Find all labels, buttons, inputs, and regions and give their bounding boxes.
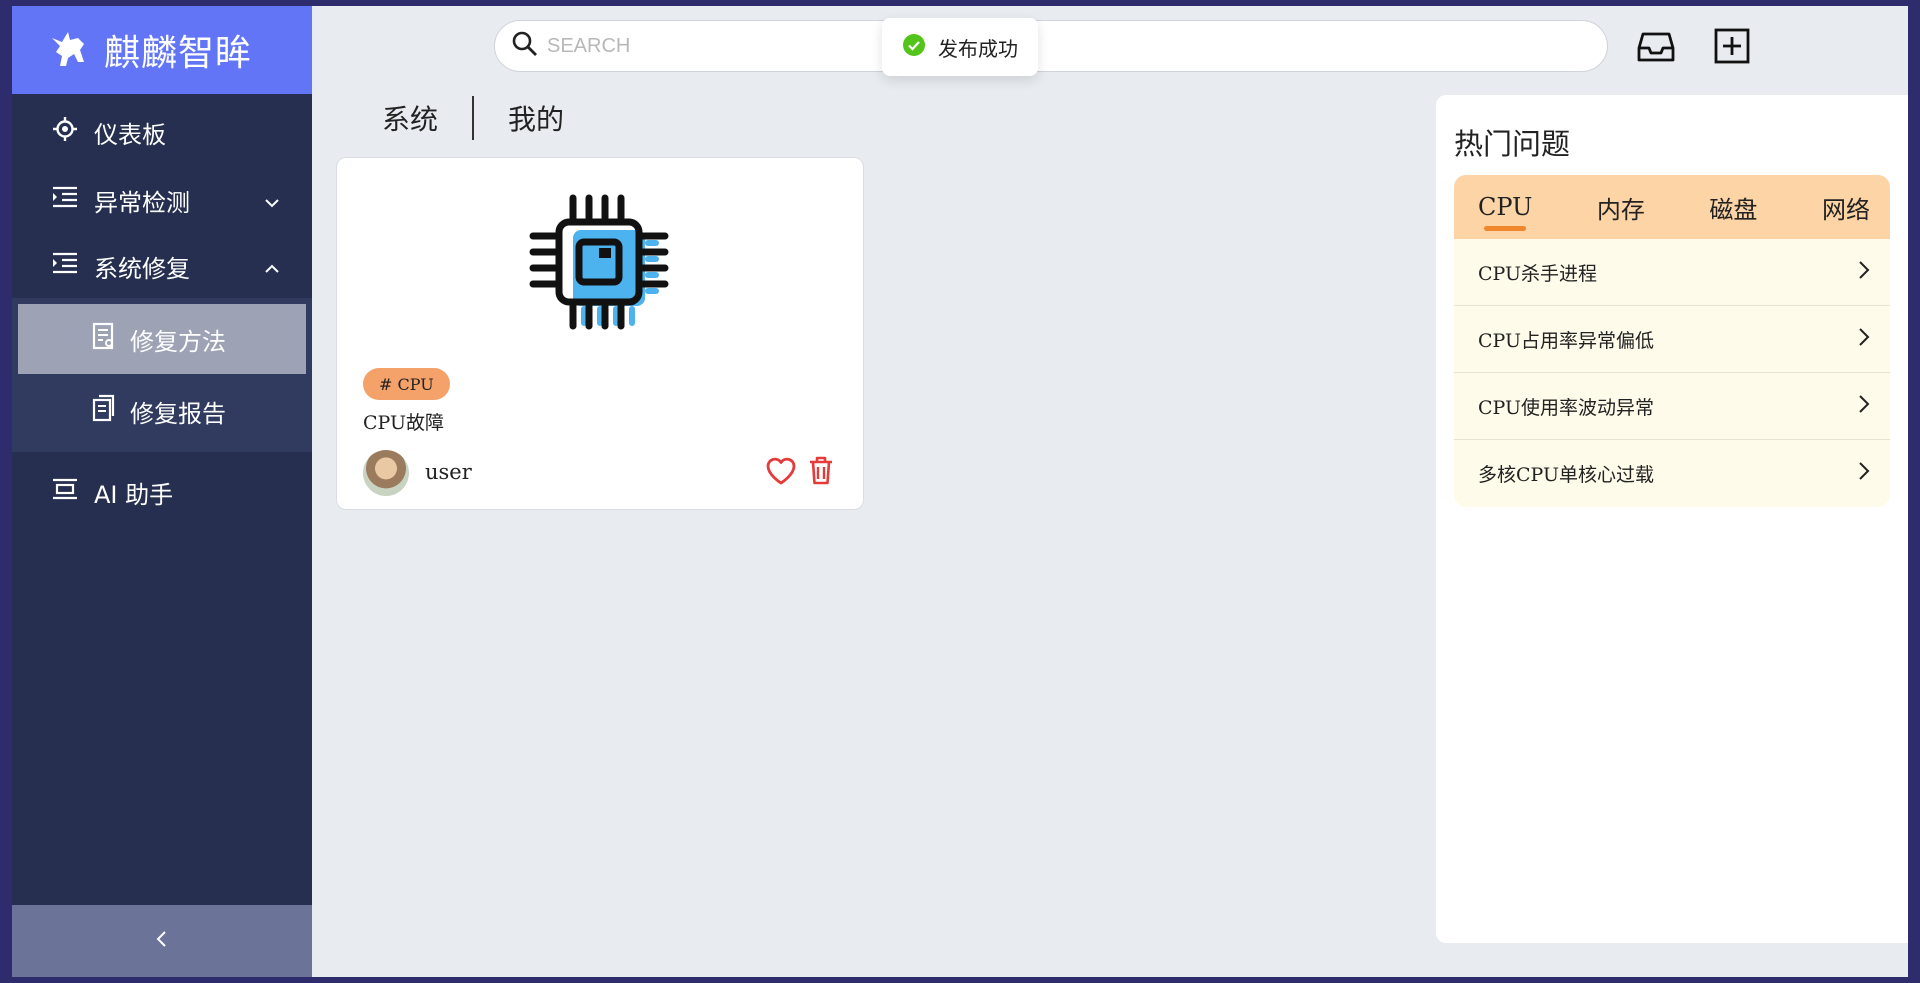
sidebar-item-dashboard[interactable]: 仪表板 [12, 98, 312, 166]
add-icon[interactable] [1712, 26, 1752, 66]
chevron-up-icon[interactable] [264, 252, 280, 280]
chevron-right-icon [1858, 327, 1870, 352]
search-bar[interactable] [494, 20, 1608, 72]
hot-item[interactable]: CPU杀手进程 [1454, 239, 1890, 306]
heart-icon[interactable] [765, 456, 797, 490]
hot-item-label: CPU使用率波动异常 [1478, 396, 1655, 419]
panel-title: 热门问题 [1454, 127, 1571, 161]
hot-tabs: CPU 内存 磁盘 网络 [1454, 175, 1890, 239]
tab-mine[interactable]: 我的 [474, 98, 598, 138]
card-username: user [425, 460, 472, 484]
hot-item-label: 多核CPU单核心过载 [1478, 464, 1655, 486]
search-icon [511, 30, 539, 62]
card-actions [765, 456, 835, 490]
hot-item[interactable]: 多核CPU单核心过载 [1454, 440, 1890, 507]
method-card[interactable]: # CPU CPU故障 user [336, 157, 864, 510]
success-toast: 发布成功 [882, 18, 1038, 76]
chevron-right-icon [1858, 394, 1870, 419]
sidebar-item-label: 仪表板 [94, 120, 166, 149]
hot-item[interactable]: CPU使用率波动异常 [1454, 373, 1890, 440]
crosshair-icon [52, 116, 78, 148]
hot-item-label: CPU杀手进程 [1478, 262, 1598, 285]
clipboard-icon [92, 394, 116, 428]
sidebar-item-anomaly[interactable]: 异常检测 [12, 166, 312, 234]
sidebar-item-repair[interactable]: 系统修复 [12, 234, 312, 298]
indent-list-icon [52, 186, 78, 214]
inbox-icon[interactable] [1636, 26, 1676, 66]
toast-message: 发布成功 [938, 36, 1018, 61]
sidebar-subitem-label: 修复报告 [130, 399, 226, 428]
hot-tab-disk[interactable]: 磁盘 [1709, 190, 1757, 225]
cpu-chip-icon [523, 188, 683, 352]
sidebar-subitem-label: 修复方法 [130, 327, 226, 356]
chevron-right-icon [1858, 260, 1870, 285]
hot-tab-network[interactable]: 网络 [1822, 190, 1870, 225]
document-icon [92, 322, 116, 356]
chevron-down-icon[interactable] [264, 186, 280, 214]
sidebar-item-ai-assistant[interactable]: AI 助手 [12, 458, 312, 526]
hot-tab-memory[interactable]: 内存 [1597, 190, 1645, 225]
app-frame: 麒麟智眸 仪表板 异常检测 系统修复 修复方法 修复报告 AI 助手 SEARC… [12, 6, 1908, 977]
hot-item-label: CPU占用率异常偏低 [1478, 329, 1655, 352]
trash-icon[interactable] [807, 456, 835, 490]
repair-submenu: 修复方法 修复报告 [12, 298, 312, 452]
check-circle-icon [902, 33, 926, 62]
sidebar-item-label: AI 助手 [94, 480, 174, 509]
sidebar: 麒麟智眸 仪表板 异常检测 系统修复 修复方法 修复报告 AI 助手 [12, 6, 312, 977]
brand[interactable]: 麒麟智眸 [12, 6, 312, 94]
sidebar-subitem-reports[interactable]: 修复报告 [18, 376, 306, 446]
avatar [363, 450, 409, 496]
brand-title: 麒麟智眸 [104, 33, 253, 74]
card-title[interactable]: CPU故障 [363, 408, 444, 435]
card-tag[interactable]: # CPU [363, 368, 450, 400]
chevron-left-icon [155, 930, 169, 952]
sidebar-subitem-methods[interactable]: 修复方法 [18, 304, 306, 374]
tab-system[interactable]: 系统 [370, 98, 472, 138]
hot-item[interactable]: CPU占用率异常偏低 [1454, 306, 1890, 373]
chevron-right-icon [1858, 461, 1870, 486]
unicorn-logo-icon [48, 28, 90, 72]
indent-list-icon [52, 252, 78, 280]
category-tabs: 系统 我的 [370, 96, 598, 140]
sidebar-item-label: 异常检测 [94, 188, 190, 217]
assistant-icon [52, 478, 78, 506]
hot-box: CPU 内存 磁盘 网络 CPU杀手进程 CPU占用率异常偏低 CPU使用率波动… [1454, 175, 1890, 507]
sidebar-collapse-button[interactable] [12, 905, 312, 977]
hot-tab-cpu[interactable]: CPU [1478, 193, 1532, 231]
hot-questions-panel: 热门问题 CPU 内存 磁盘 网络 CPU杀手进程 CPU占用率异常偏低 CPU… [1436, 95, 1908, 943]
sidebar-item-label: 系统修复 [94, 254, 190, 283]
